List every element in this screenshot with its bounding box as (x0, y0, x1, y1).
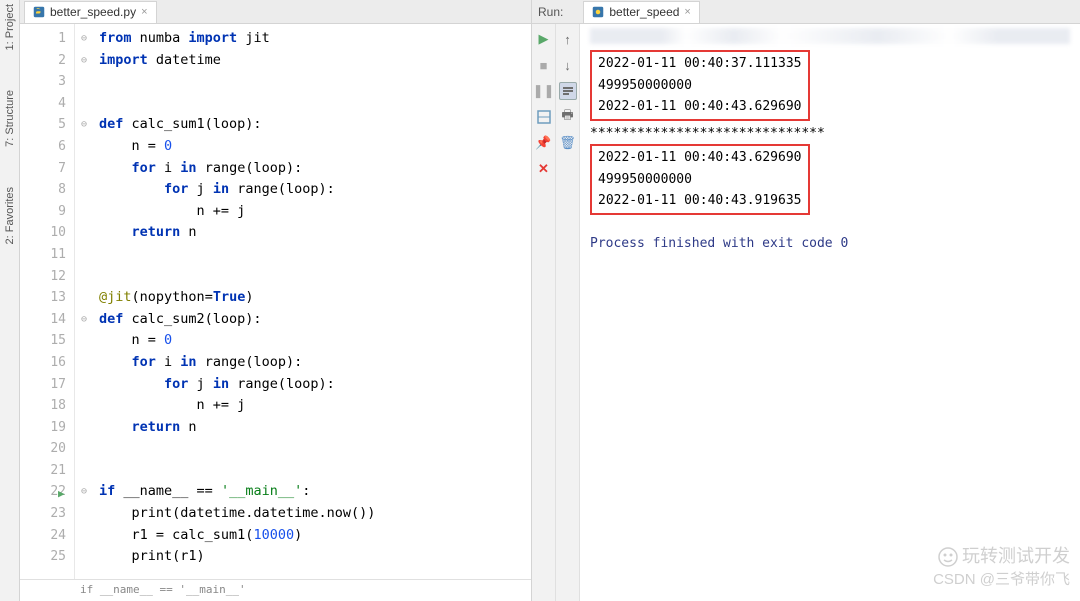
output-line: 499950000000 (598, 169, 802, 191)
editor-pane: better_speed.py × 1 2 3 4 5 6 7 8 9 10 1… (20, 0, 532, 601)
print-icon[interactable]: 🖶 (559, 108, 577, 126)
line-num: 1 (24, 28, 66, 50)
rerun-icon[interactable]: ▶ (535, 30, 553, 48)
line-num: 13 (24, 287, 66, 309)
up-icon[interactable]: ↑ (559, 30, 577, 48)
line-num: 6 (24, 136, 66, 158)
soft-wrap-icon[interactable] (559, 82, 577, 100)
output-separator: ****************************** (590, 123, 1070, 145)
output-line: 2022-01-11 00:40:43.629690 (598, 147, 802, 169)
output-line: 499950000000 (598, 75, 802, 97)
line-num: 14 (24, 309, 66, 331)
trash-icon[interactable]: 🗑 (559, 134, 577, 152)
line-num: 18 (24, 395, 66, 417)
line-num: 4 (24, 93, 66, 115)
line-num: 17 (24, 374, 66, 396)
line-num: 2 (24, 50, 66, 72)
left-tool-strip: 1: Project 7: Structure 2: Favorites (0, 0, 20, 601)
line-num: 15 (24, 330, 66, 352)
line-num: 8 (24, 179, 66, 201)
close-icon[interactable]: × (141, 6, 147, 18)
line-num: 5 (24, 114, 66, 136)
editor-body: 1 2 3 4 5 6 7 8 9 10 11 12 13 14 15 16 1… (20, 24, 531, 579)
line-num: 11 (24, 244, 66, 266)
fold-strip: ⊖⊖ ⊖ ⊖ ⊖ (75, 24, 93, 579)
line-num: 19 (24, 417, 66, 439)
line-gutter: 1 2 3 4 5 6 7 8 9 10 11 12 13 14 15 16 1… (20, 24, 75, 579)
tool-favorites[interactable]: 2: Favorites (4, 187, 16, 244)
breadcrumb: if __name__ == '__main__' (20, 579, 531, 601)
close-run-icon[interactable]: ✕ (535, 160, 553, 178)
output-box-2: 2022-01-11 00:40:43.629690 499950000000 … (590, 144, 810, 215)
output-line: 2022-01-11 00:40:43.919635 (598, 190, 802, 212)
line-num: 10 (24, 222, 66, 244)
layout-icon[interactable] (535, 108, 553, 126)
run-pane: Run: better_speed × ▶ ■ ❚❚ 📌 ✕ ↑ ↓ (532, 0, 1080, 601)
run-toolbar-1: ▶ ■ ❚❚ 📌 ✕ (532, 24, 556, 601)
stop-icon[interactable]: ■ (535, 56, 553, 74)
editor-tab[interactable]: better_speed.py × (24, 1, 157, 23)
editor-tab-label: better_speed.py (50, 5, 136, 19)
exit-message: Process finished with exit code 0 (590, 233, 1070, 255)
close-icon[interactable]: × (684, 6, 690, 18)
pause-icon[interactable]: ❚❚ (535, 82, 553, 100)
editor-tab-bar: better_speed.py × (20, 0, 531, 24)
redacted-path (590, 28, 1070, 44)
python-file-icon (33, 6, 45, 18)
output-line: 2022-01-11 00:40:37.111335 (598, 53, 802, 75)
pin-icon[interactable]: 📌 (535, 134, 553, 152)
output-box-1: 2022-01-11 00:40:37.111335 499950000000 … (590, 50, 810, 121)
console-output[interactable]: 2022-01-11 00:40:37.111335 499950000000 … (580, 24, 1080, 601)
output-line: 2022-01-11 00:40:43.629690 (598, 96, 802, 118)
line-num: 21 (24, 460, 66, 482)
run-label: Run: (538, 5, 563, 19)
tool-project[interactable]: 1: Project (4, 4, 16, 50)
tool-structure[interactable]: 7: Structure (4, 90, 16, 147)
line-num: 25 (24, 546, 66, 568)
line-num: 23 (24, 503, 66, 525)
run-gutter-icon[interactable]: ▶ (58, 483, 65, 505)
run-toolbar-2: ↑ ↓ 🖶 🗑 (556, 24, 580, 601)
down-icon[interactable]: ↓ (559, 56, 577, 74)
line-num: 7 (24, 158, 66, 180)
run-tab-label: better_speed (609, 5, 679, 19)
line-num: 24 (24, 525, 66, 547)
code-area[interactable]: from numba import jit import datetime de… (93, 24, 531, 579)
line-num: 12 (24, 266, 66, 288)
run-body: ▶ ■ ❚❚ 📌 ✕ ↑ ↓ 🖶 🗑 2022-01-11 00:40:37.1… (532, 24, 1080, 601)
line-num: 9 (24, 201, 66, 223)
run-header: Run: better_speed × (532, 0, 1080, 24)
run-tab[interactable]: better_speed × (583, 1, 700, 23)
line-num: 3 (24, 71, 66, 93)
line-num: 20 (24, 438, 66, 460)
python-file-icon (592, 6, 604, 18)
line-num: 16 (24, 352, 66, 374)
